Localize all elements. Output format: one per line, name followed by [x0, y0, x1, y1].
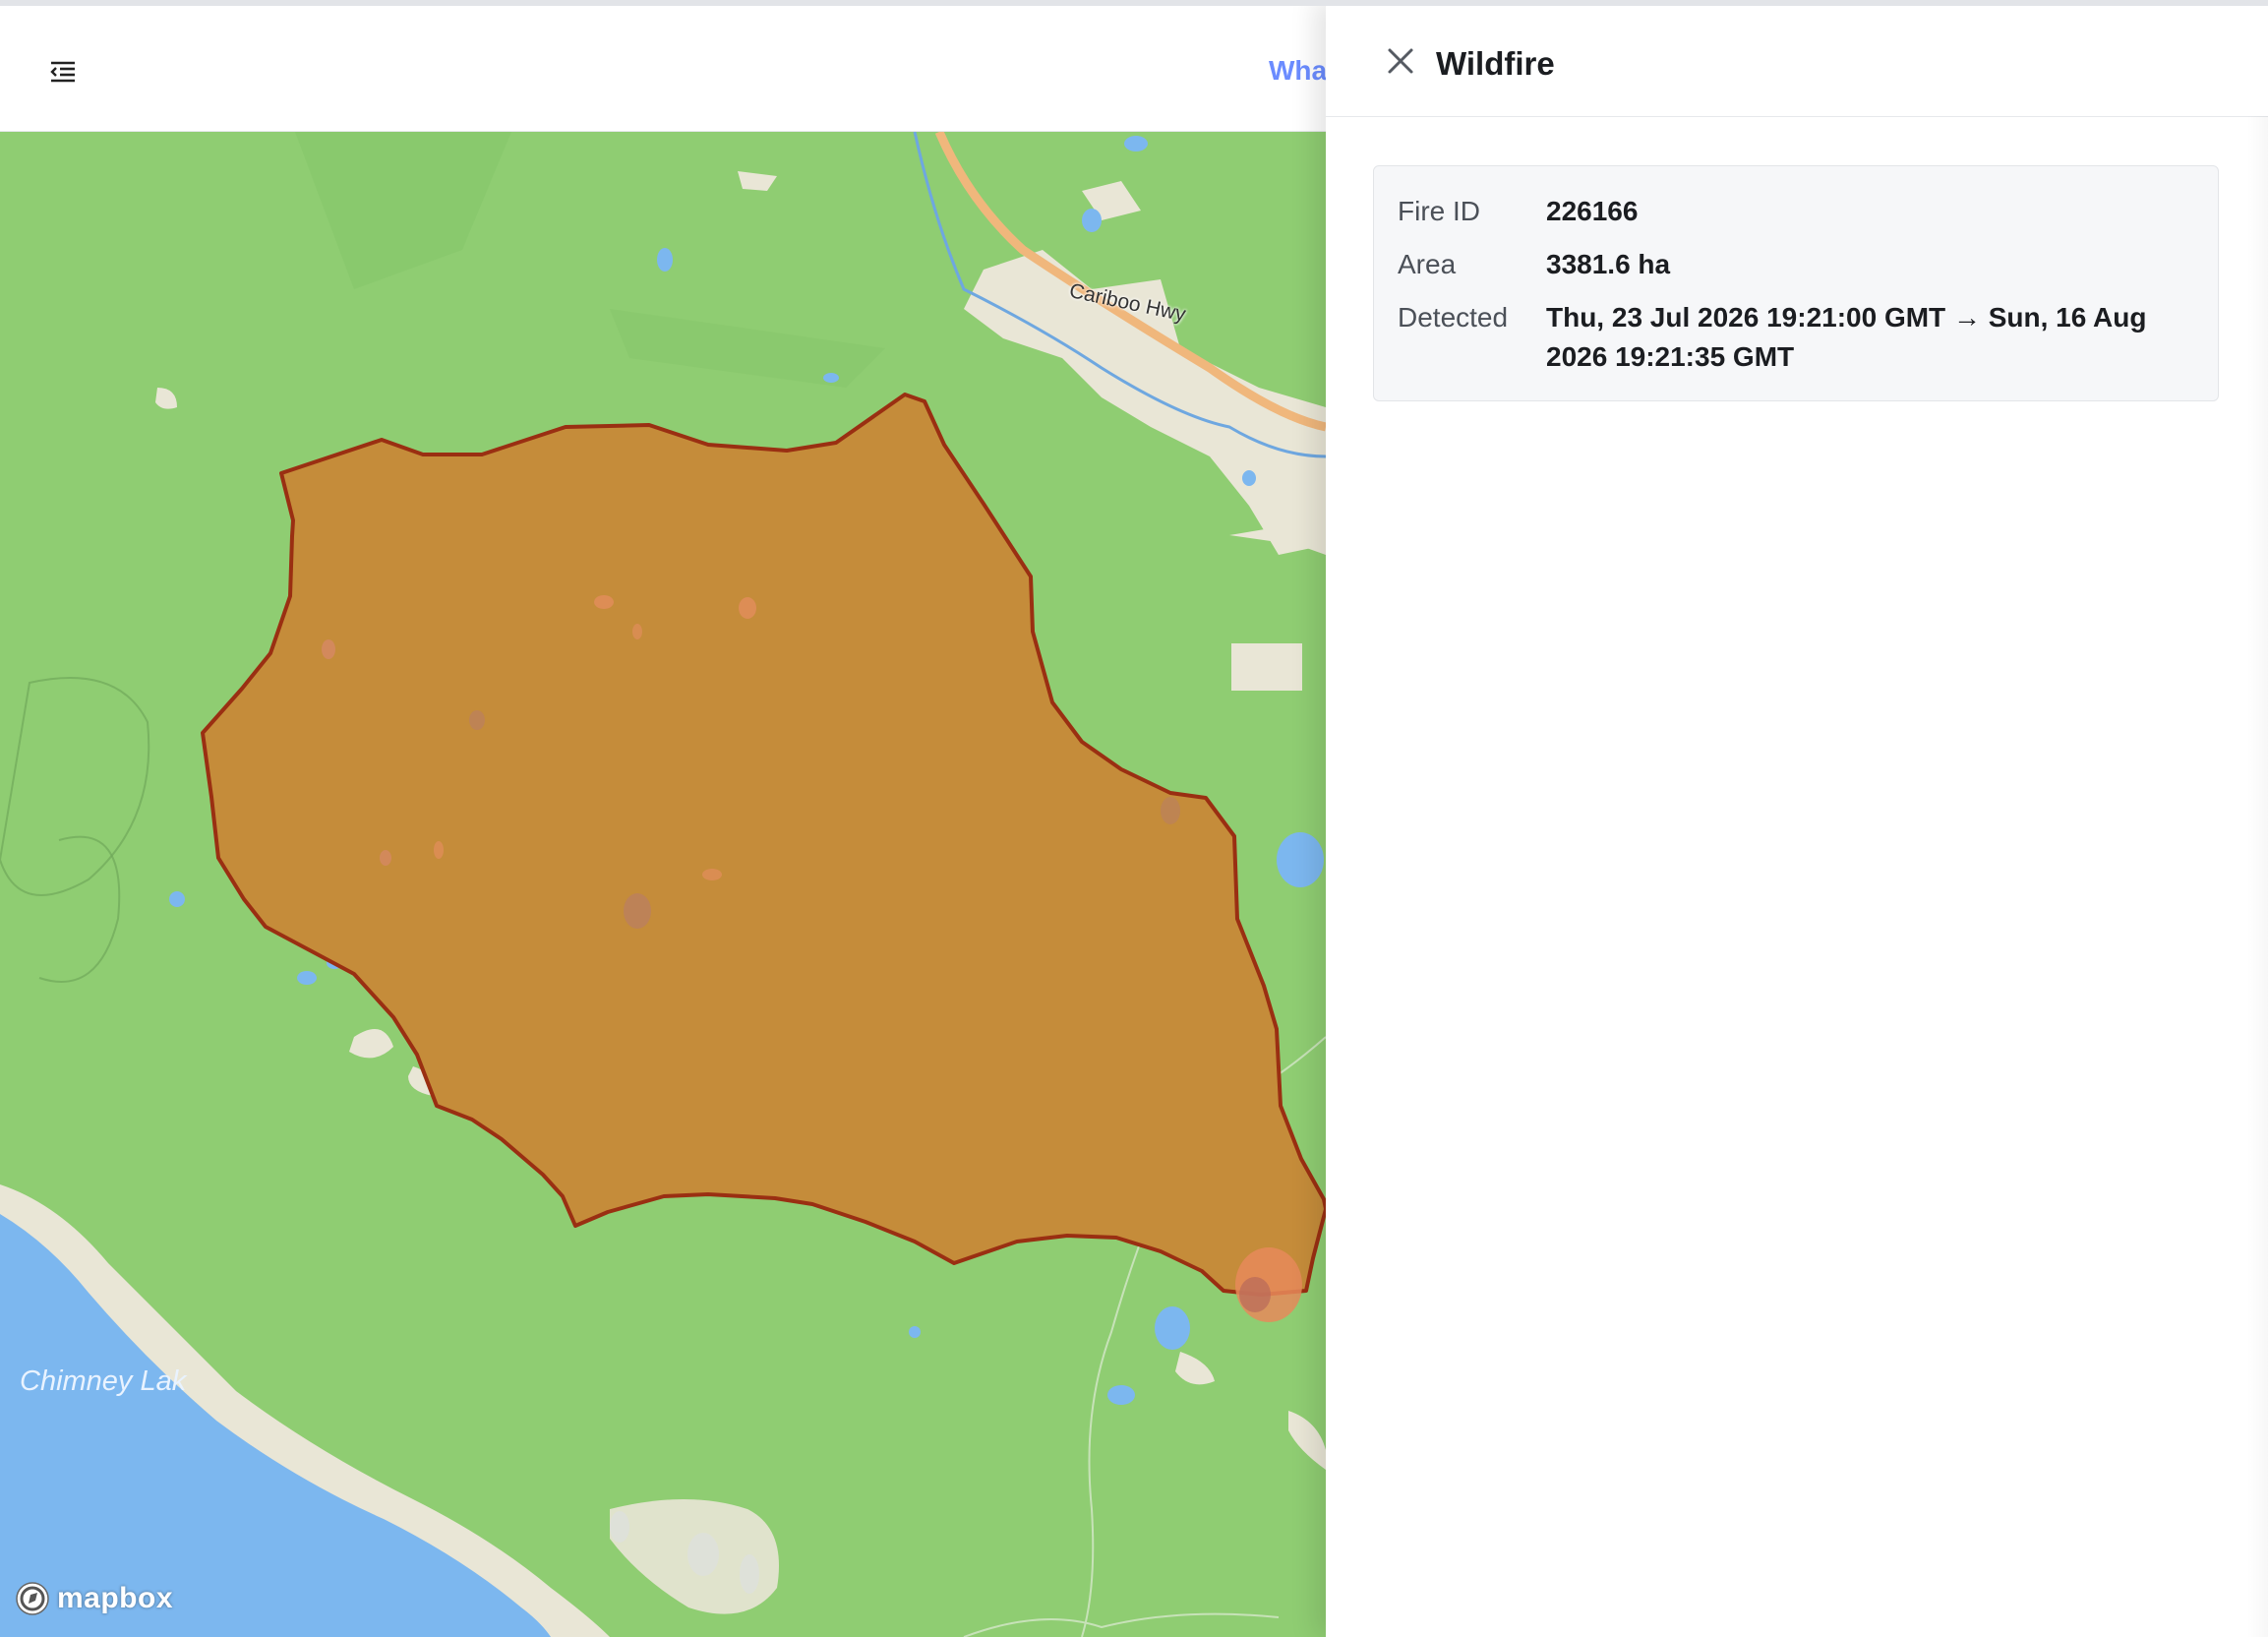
detail-row-fire-id: Fire ID 226166	[1398, 192, 2194, 231]
mapbox-attribution[interactable]: mapbox	[14, 1580, 173, 1617]
map-canvas[interactable]: Cariboo Hwy Chimney Lak mapbox	[0, 132, 1326, 1637]
detail-label: Detected	[1398, 302, 1509, 333]
header-nav-link[interactable]: Wha	[1269, 55, 1327, 87]
detail-value: 3381.6 ha	[1546, 249, 1671, 279]
mapbox-wordmark: mapbox	[57, 1582, 174, 1614]
detail-row-detected: Detected Thu, 23 Jul 2026 19:21:00 GMT →…	[1398, 298, 2194, 377]
menu-toggle-button[interactable]	[43, 52, 83, 91]
app-header: Wha	[0, 6, 1327, 132]
detail-value: 226166	[1546, 196, 1639, 226]
detail-label: Fire ID	[1398, 196, 1480, 226]
close-button[interactable]	[1381, 41, 1420, 81]
panel-scroll-edge	[2246, 116, 2268, 1637]
lake-label: Chimney Lak	[20, 1365, 187, 1397]
close-icon	[1388, 48, 1413, 74]
window-top-border	[0, 0, 2268, 6]
detail-value: Thu, 23 Jul 2026 19:21:00 GMT → Sun, 16 …	[1546, 302, 2147, 372]
detail-label: Area	[1398, 249, 1457, 279]
map-base-layer	[0, 132, 1326, 1637]
menu-collapse-icon	[50, 61, 75, 83]
panel-header: Wildfire	[1326, 6, 2268, 117]
panel-title: Wildfire	[1436, 45, 1555, 82]
fire-info-card: Fire ID 226166 Area 3381.6 ha Detected T…	[1373, 165, 2219, 401]
mapbox-logo-icon	[16, 1582, 49, 1615]
wildfire-detail-panel: Wildfire Fire ID 226166 Area 3381.6 ha D…	[1326, 0, 2268, 1637]
detail-row-area: Area 3381.6 ha	[1398, 245, 2194, 284]
